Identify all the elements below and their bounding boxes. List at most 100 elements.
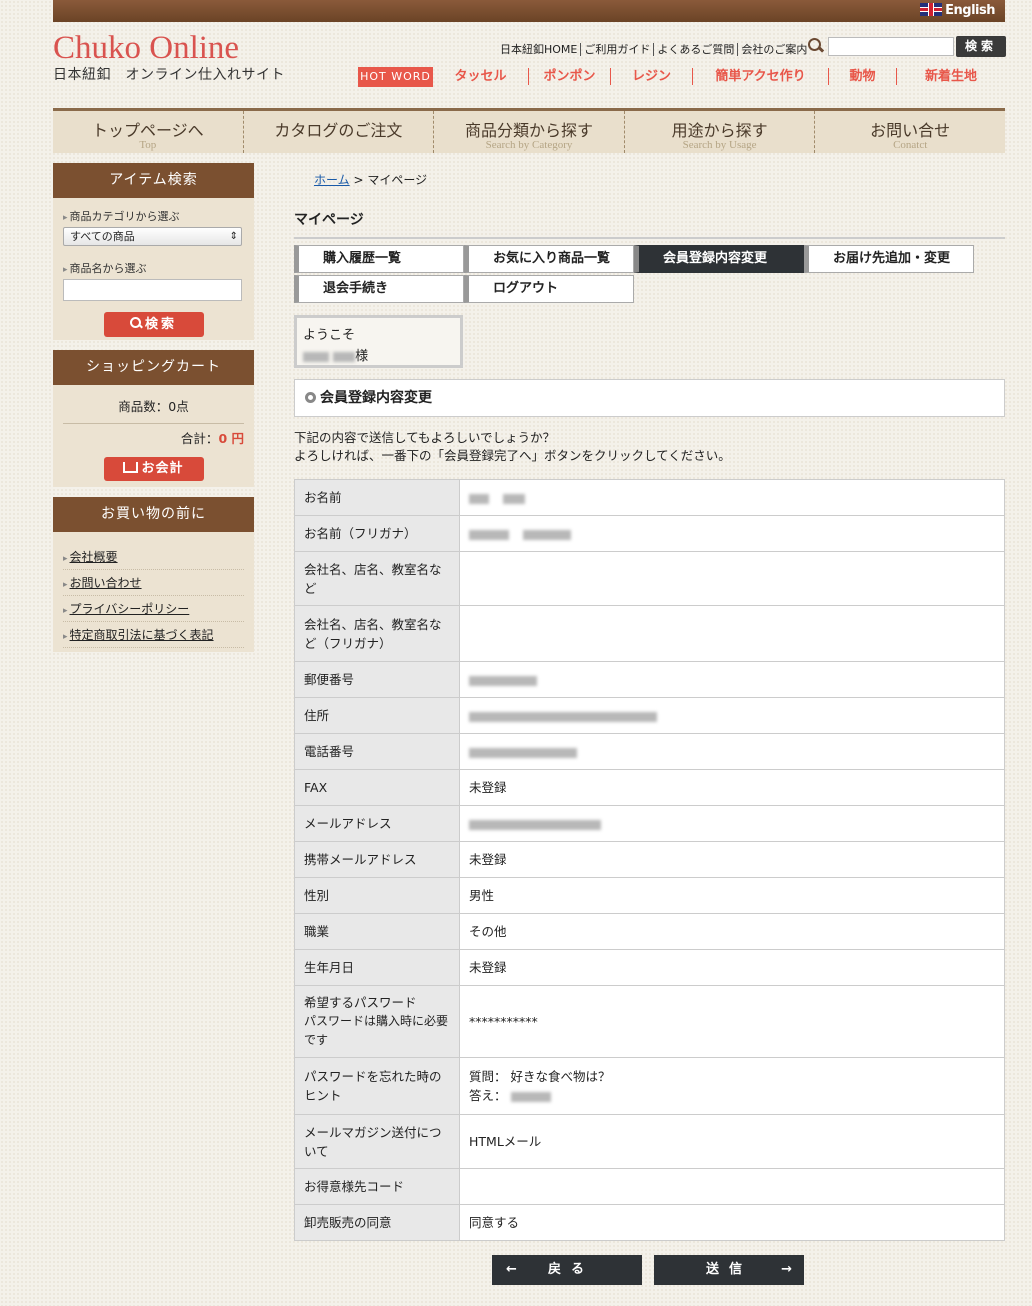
confirm-table: お名前 お名前（フリガナ） 会社名、店名、教室名など 会社名、店名、教室名など（… [294,479,1005,1241]
link-contact[interactable]: お問い合わせ [63,570,244,596]
message-line: よろしければ、一番下の「会員登録完了へ」ボタンをクリックしてください。 [294,448,731,463]
search-icon [129,317,142,329]
hotword-label: HOT WORD [358,67,433,87]
breadcrumb-home[interactable]: ホーム [314,173,350,187]
logo-title[interactable]: Chuko Online [53,30,239,67]
table-row: お得意様先コード [294,1168,1005,1205]
field-value [459,1168,1005,1205]
sidebar-search-button[interactable]: 検索 [103,312,204,337]
category-select[interactable]: すべての商品 [63,227,242,246]
hotword-link[interactable]: 新着生地 [896,68,1005,85]
field-value: 未登録 [459,769,1005,806]
nav-sublabel: Conatct [893,139,928,151]
redacted-text [469,819,601,830]
field-value [459,551,1005,606]
tab-withdraw[interactable]: 退会手続き [294,275,464,303]
table-row: 卸売販売の同意 同意する [294,1204,1005,1241]
back-button[interactable]: ← 戻る [492,1255,642,1285]
field-value [459,805,1005,842]
field-label: 会社名、店名、教室名など [294,551,460,606]
tab-favorites[interactable]: お気に入り商品一覧 [464,245,634,273]
table-row: 住所 [294,697,1005,734]
link-company[interactable]: 会社概要 [63,544,244,570]
field-label: パスワードを忘れた時のヒント [294,1057,460,1115]
nav-contact[interactable]: お問い合せ Conatct [814,111,1005,153]
before-shopping-box: お買い物の前に 会社概要 お問い合わせ プライバシーポリシー 特定商取引法に基づ… [53,497,254,652]
tab-purchase-history[interactable]: 購入履歴一覧 [294,245,464,273]
nav-top[interactable]: トップページへ Top [53,111,243,153]
hotword-link[interactable]: ポンポン [528,68,610,85]
util-link-faq[interactable]: よくあるご質問 [653,43,738,56]
header-search-button[interactable]: 検索 [956,36,1006,57]
util-link-guide[interactable]: ご利用ガイド [580,43,654,56]
welcome-greeting: ようこそ [303,328,356,343]
util-link-home[interactable]: 日本紐釦HOME [500,43,580,56]
tab-logout[interactable]: ログアウト [464,275,634,303]
field-value: *********** [459,985,1005,1058]
top-bar: English [53,0,1005,22]
table-row: 会社名、店名、教室名など [294,551,1005,606]
cart-box: ショッピングカート 商品数：0点 合計：0 円 お会計 [53,350,254,487]
send-button[interactable]: 送信 → [654,1255,804,1285]
table-row: 性別 男性 [294,877,1005,914]
uk-flag-icon [920,3,943,16]
hotword-link[interactable]: 簡単アクセ作り [692,68,828,85]
field-value: 未登録 [459,841,1005,878]
nav-label: カタログのご注文 [274,121,403,140]
nav-category[interactable]: 商品分類から探す Search by Category [433,111,624,153]
hint-answer: 答え： [469,1086,995,1105]
cart-total-value: 0 円 [218,431,244,446]
english-link[interactable]: English [920,3,995,18]
link-privacy[interactable]: プライバシーポリシー [63,596,244,622]
nav-sublabel: Top [139,139,157,151]
nav-sublabel: Search by Usage [682,139,757,151]
field-value: 男性 [459,877,1005,914]
table-row: 会社名、店名、教室名など（フリガナ） [294,605,1005,662]
field-label: メールマガジン送付について [294,1114,460,1169]
nav-label: お問い合せ [870,121,951,140]
field-value: HTMLメール [459,1114,1005,1169]
field-value: 質問： 好きな食べ物は？ 答え： [459,1057,1005,1115]
send-label: 送信 [706,1262,753,1277]
field-value [459,661,1005,698]
confirm-message: 下記の内容で送信してもよろしいでしょうか？ よろしければ、一番下の「会員登録完了… [294,429,731,465]
cart-icon [123,462,139,473]
tab-delivery-address[interactable]: お届け先追加・変更 [804,245,974,273]
sidebar: アイテム検索 商品カテゴリから選ぶ すべての商品 商品名から選ぶ 検索 ショッピ… [53,163,254,662]
before-shopping-title: お買い物の前に [53,497,254,532]
hotword-link[interactable]: タッセル [433,68,528,85]
back-label: 戻る [548,1262,595,1277]
redacted-text [522,529,571,540]
nav-usage[interactable]: 用途から探す Search by Usage [623,111,815,153]
field-value [459,733,1005,770]
field-value [459,479,1005,516]
hotword-links: タッセル ポンポン レジン 簡単アクセ作り 動物 新着生地 [433,68,1005,85]
header-search-input[interactable] [828,37,954,56]
checkout-button[interactable]: お会計 [103,457,204,481]
nav-catalog[interactable]: カタログのご注文 [242,111,434,153]
field-label: 職業 [294,913,460,950]
field-label: 住所 [294,697,460,734]
link-tokushoho[interactable]: 特定商取引法に基づく表記 [63,622,244,648]
redacted-text [469,747,577,758]
table-row: 職業 その他 [294,913,1005,950]
redacted-text [469,711,657,722]
field-value: その他 [459,913,1005,950]
table-row: パスワードを忘れた時のヒント 質問： 好きな食べ物は？ 答え： [294,1057,1005,1115]
welcome-box: ようこそ 様 [294,315,463,368]
hotword-link[interactable]: 動物 [828,68,896,85]
page-title: マイページ [294,209,1005,239]
breadcrumb: ホーム > マイページ [314,171,427,188]
tab-member-edit[interactable]: 会員登録内容変更 [634,245,804,273]
table-row: メールアドレス [294,805,1005,842]
table-row: FAX 未登録 [294,769,1005,806]
util-link-company[interactable]: 会社のご案内 [737,43,811,56]
field-label: 会社名、店名、教室名など（フリガナ） [294,605,460,662]
redacted-text [303,351,329,362]
hotword-link[interactable]: レジン [610,68,692,85]
field-value [459,605,1005,662]
table-row: 郵便番号 [294,661,1005,698]
table-row: 生年月日 未登録 [294,949,1005,986]
redacted-text [469,493,489,504]
product-name-input[interactable] [63,279,242,301]
